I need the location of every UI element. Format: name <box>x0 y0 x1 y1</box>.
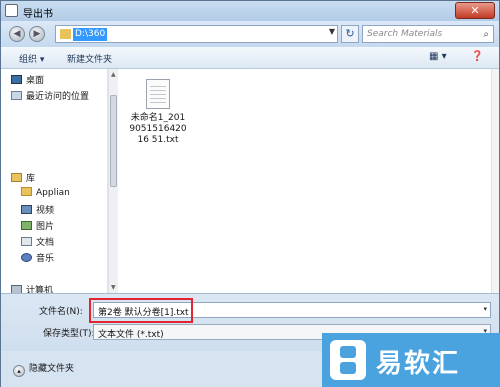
search-input[interactable]: Search Materials ⌕ <box>362 25 494 43</box>
nav-item-label: 图片 <box>36 222 55 232</box>
app-icon <box>5 4 18 17</box>
search-placeholder: Search Materials <box>367 29 443 39</box>
scroll-down-icon[interactable]: ▼ <box>111 284 116 291</box>
nav-item-label: 视频 <box>36 206 55 216</box>
recent-places-icon <box>11 91 22 100</box>
nav-item-recent[interactable]: 最近访问的位置 <box>11 89 89 103</box>
desktop-icon <box>11 75 22 84</box>
collapse-icon: ▴ <box>13 365 25 377</box>
window-title: 导出书 <box>23 9 53 20</box>
file-name: 未命名1_201905151642016 51.txt <box>129 113 187 145</box>
scroll-up-icon[interactable]: ▲ <box>111 71 116 78</box>
document-icon <box>21 237 32 246</box>
forward-button[interactable]: ▶ <box>29 26 45 42</box>
brand-logo-icon <box>330 340 366 380</box>
file-list: 未命名1_201905151642016 51.txt <box>119 69 491 293</box>
save-dialog: 导出书 ✕ ◀ ▶ D:\360 ▼ ↻ Search Materials ⌕ … <box>0 0 500 387</box>
back-button[interactable]: ◀ <box>9 26 25 42</box>
nav-item-label: 音乐 <box>36 254 55 264</box>
nav-item-videos[interactable]: 视频 <box>21 203 54 217</box>
refresh-button[interactable]: ↻ <box>341 25 359 43</box>
folder-icon <box>60 29 71 39</box>
video-icon <box>21 205 32 214</box>
nav-item-documents[interactable]: 文档 <box>21 235 54 249</box>
nav-item-label: 文档 <box>36 238 55 248</box>
nav-item-music[interactable]: 音乐 <box>21 251 54 265</box>
nav-item-desktop[interactable]: 桌面 <box>11 73 44 87</box>
picture-icon <box>21 221 32 230</box>
help-icon[interactable]: ❓ <box>471 51 483 62</box>
watermark-text: 易软汇 <box>376 349 461 379</box>
hide-folders-button[interactable]: ▴ 隐藏文件夹 <box>13 361 74 377</box>
search-icon[interactable]: ⌕ <box>483 29 489 40</box>
watermark-banner: 易软汇 <box>322 333 500 387</box>
organize-menu[interactable]: 组织 ▾ <box>19 52 44 65</box>
navigation-pane: 桌面 最近访问的位置 库 Applian 视频 图片 文档 音乐 计算机 <box>1 69 108 296</box>
filename-label: 文件名(N): <box>39 307 83 317</box>
folder-icon <box>21 187 32 196</box>
file-list-scrollbar[interactable] <box>491 69 499 293</box>
text-file-icon <box>146 79 170 109</box>
hide-folders-label: 隐藏文件夹 <box>29 364 75 374</box>
address-bar: ◀ ▶ D:\360 ▼ ↻ Search Materials ⌕ <box>1 21 499 47</box>
address-path[interactable]: D:\360 <box>73 28 108 41</box>
nav-item-label: 最近访问的位置 <box>26 92 90 102</box>
annotation-highlight-box <box>89 298 193 323</box>
new-folder-button[interactable]: 新建文件夹 <box>67 52 112 65</box>
title-bar: 导出书 ✕ <box>1 1 499 21</box>
nav-item-label: 库 <box>26 174 36 184</box>
address-dropdown-icon[interactable]: ▼ <box>329 27 335 36</box>
scrollbar-thumb[interactable] <box>110 95 117 187</box>
address-field[interactable]: D:\360 ▼ <box>55 25 338 43</box>
nav-item-label: 桌面 <box>26 76 45 86</box>
nav-item-library[interactable]: 库 <box>11 171 35 185</box>
filetype-value: 文本文件 (*.txt) <box>98 330 164 340</box>
nav-item-applian[interactable]: Applian <box>21 187 70 201</box>
close-button[interactable]: ✕ <box>455 2 495 19</box>
filetype-label: 保存类型(T): <box>43 329 95 339</box>
navigation-scrollbar[interactable]: ▲ ▼ <box>108 69 118 293</box>
library-icon <box>11 173 22 182</box>
nav-item-label: Applian <box>36 188 70 198</box>
nav-item-pictures[interactable]: 图片 <box>21 219 54 233</box>
filename-dropdown-icon[interactable]: ▾ <box>483 305 487 313</box>
music-icon <box>21 253 32 262</box>
view-options-icon[interactable]: ▦ ▾ <box>429 51 447 62</box>
command-bar: 组织 ▾ 新建文件夹 ▦ ▾ ❓ <box>1 47 499 69</box>
main-area: 桌面 最近访问的位置 库 Applian 视频 图片 文档 音乐 计算机 ▲ ▼… <box>1 69 499 296</box>
